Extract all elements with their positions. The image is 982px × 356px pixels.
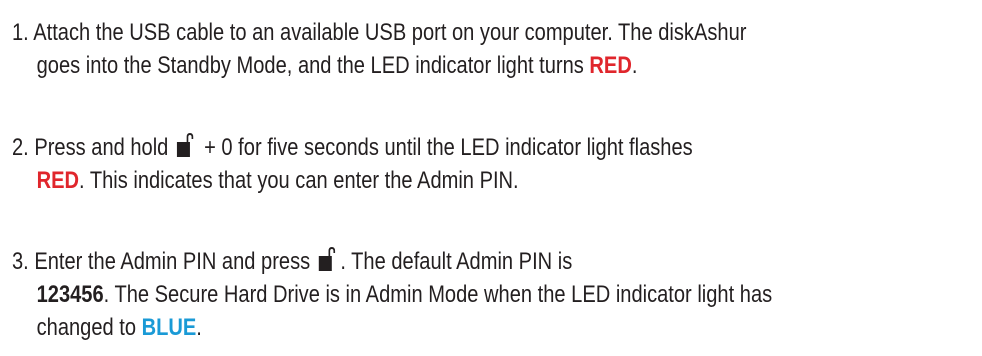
step-2: 2. Press and hold + 0 for five seconds u… — [12, 131, 799, 197]
step-3-text-post: . The default Admin PIN is — [340, 248, 573, 275]
blue-label: BLUE — [141, 314, 197, 341]
red-label: RED — [36, 167, 80, 194]
step-1-period: . — [631, 52, 638, 79]
step-3-text-end-pre: changed to — [36, 314, 142, 341]
step-1-line-1: 1. Attach the USB cable to an available … — [12, 19, 747, 46]
step-2-text-post: + 0 for five seconds until the LED indic… — [198, 134, 693, 161]
unlock-icon — [177, 133, 195, 157]
step-3-text-pre: 3. Enter the Admin PIN and press — [12, 248, 316, 275]
step-1-line-2: goes into the Standby Mode, and the LED … — [12, 49, 799, 82]
step-1: 1. Attach the USB cable to an available … — [12, 16, 799, 82]
step-2-line-2: RED. This indicates that you can enter t… — [12, 164, 799, 197]
step-2-line-1: 2. Press and hold + 0 for five seconds u… — [12, 131, 799, 164]
instructions-page: 1. Attach the USB cable to an available … — [0, 0, 982, 356]
default-pin: 123456 — [36, 281, 104, 308]
step-3-text-mid: . The Secure Hard Drive is in Admin Mode… — [103, 281, 773, 308]
step-3-period: . — [196, 314, 202, 341]
step-3-line-3: changed to BLUE. — [12, 311, 799, 344]
step-1-text: goes into the Standby Mode, and the LED … — [36, 52, 590, 79]
red-label: RED — [589, 52, 632, 79]
step-3-line-2: 123456. The Secure Hard Drive is in Admi… — [12, 278, 799, 311]
step-2-text-end: . This indicates that you can enter the … — [79, 167, 519, 194]
step-3-line-1: 3. Enter the Admin PIN and press . The d… — [12, 245, 799, 278]
step-2-text-pre: 2. Press and hold — [12, 134, 174, 161]
unlock-icon — [319, 247, 337, 271]
step-3: 3. Enter the Admin PIN and press . The d… — [12, 245, 799, 344]
